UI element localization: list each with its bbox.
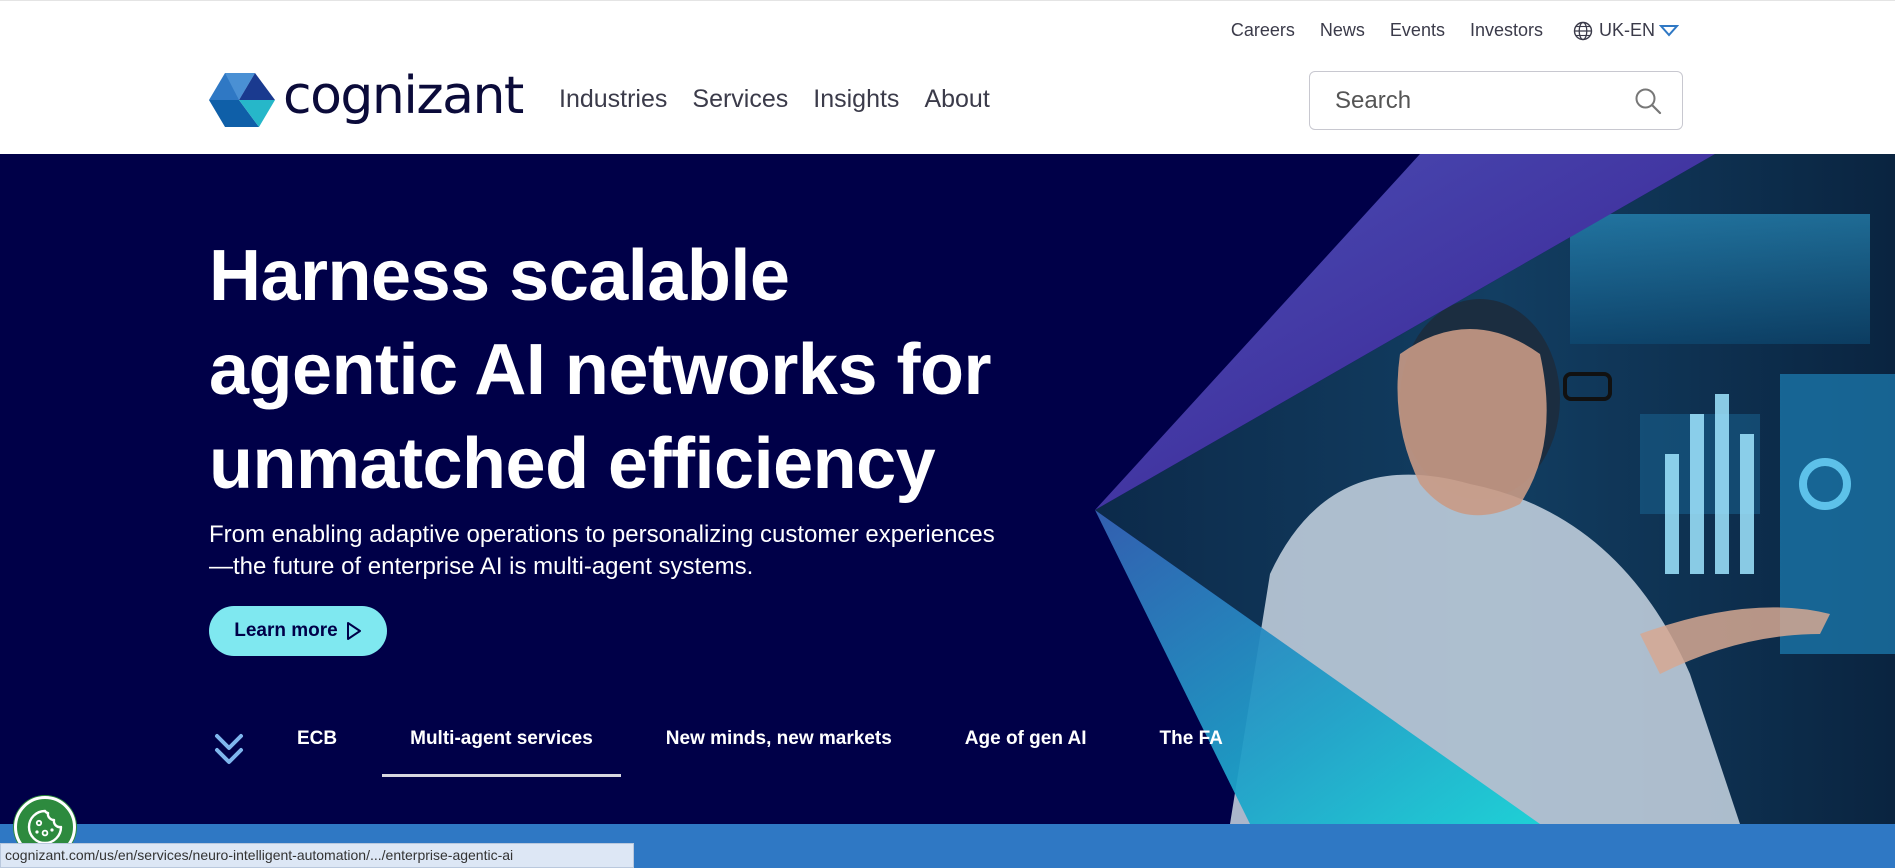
careers-link[interactable]: Careers bbox=[1231, 20, 1295, 41]
learn-more-label: Learn more bbox=[234, 620, 338, 641]
tab-multi-agent-services[interactable]: Multi-agent services bbox=[382, 721, 621, 777]
hero-section: Harness scalable agentic AI networks for… bbox=[0, 154, 1895, 824]
cognizant-logo-icon bbox=[209, 73, 275, 127]
hero-title-line: Harness scalable bbox=[209, 236, 790, 316]
tab-ecb[interactable]: ECB bbox=[297, 721, 365, 777]
site-header: Careers News Events Investors UK-EN cogn… bbox=[0, 0, 1895, 154]
utility-nav: Careers News Events Investors UK-EN bbox=[1206, 20, 1685, 41]
tab-age-of-gen-ai[interactable]: Age of gen AI bbox=[965, 721, 1115, 777]
hero-subtitle: From enabling adaptive operations to per… bbox=[209, 519, 1069, 583]
language-selector[interactable]: UK-EN bbox=[1573, 20, 1685, 41]
chevron-down-icon bbox=[1659, 24, 1679, 37]
nav-about[interactable]: About bbox=[924, 85, 989, 114]
investors-link[interactable]: Investors bbox=[1470, 20, 1543, 41]
hero-title: Harness scalable agentic AI networks for… bbox=[209, 229, 1109, 511]
search-input[interactable] bbox=[1335, 86, 1615, 115]
hero-subtitle-line: —the future of enterprise AI is multi-ag… bbox=[209, 553, 754, 580]
events-link[interactable]: Events bbox=[1390, 20, 1445, 41]
hero-subtitle-line: From enabling adaptive operations to per… bbox=[209, 521, 995, 548]
nav-industries[interactable]: Industries bbox=[559, 85, 667, 114]
search-box bbox=[1309, 71, 1683, 130]
hero-tabs: ECB Multi-agent services New minds, new … bbox=[209, 721, 1296, 777]
logo-wordmark: cognizant bbox=[283, 66, 524, 126]
cognizant-logo[interactable]: cognizant bbox=[209, 66, 524, 129]
tab-new-minds-new-markets[interactable]: New minds, new markets bbox=[666, 721, 920, 777]
double-chevron-down-icon[interactable] bbox=[209, 730, 249, 768]
nav-services[interactable]: Services bbox=[692, 85, 788, 114]
main-nav: Industries Services Insights About bbox=[559, 85, 1015, 114]
learn-more-button[interactable]: Learn more bbox=[209, 606, 387, 656]
nav-insights[interactable]: Insights bbox=[813, 85, 899, 114]
cookie-icon bbox=[27, 809, 63, 845]
globe-icon bbox=[1573, 21, 1593, 40]
tab-the-fa[interactable]: The FA bbox=[1160, 721, 1251, 777]
status-bar-url: cognizant.com/us/en/services/neuro-intel… bbox=[0, 843, 634, 868]
language-label: UK-EN bbox=[1598, 20, 1655, 40]
hero-title-line: unmatched efficiency bbox=[209, 424, 936, 504]
hero-title-line: agentic AI networks for bbox=[209, 330, 991, 410]
search-icon[interactable] bbox=[1634, 87, 1662, 115]
news-link[interactable]: News bbox=[1320, 20, 1365, 41]
play-arrow-icon bbox=[346, 622, 361, 640]
